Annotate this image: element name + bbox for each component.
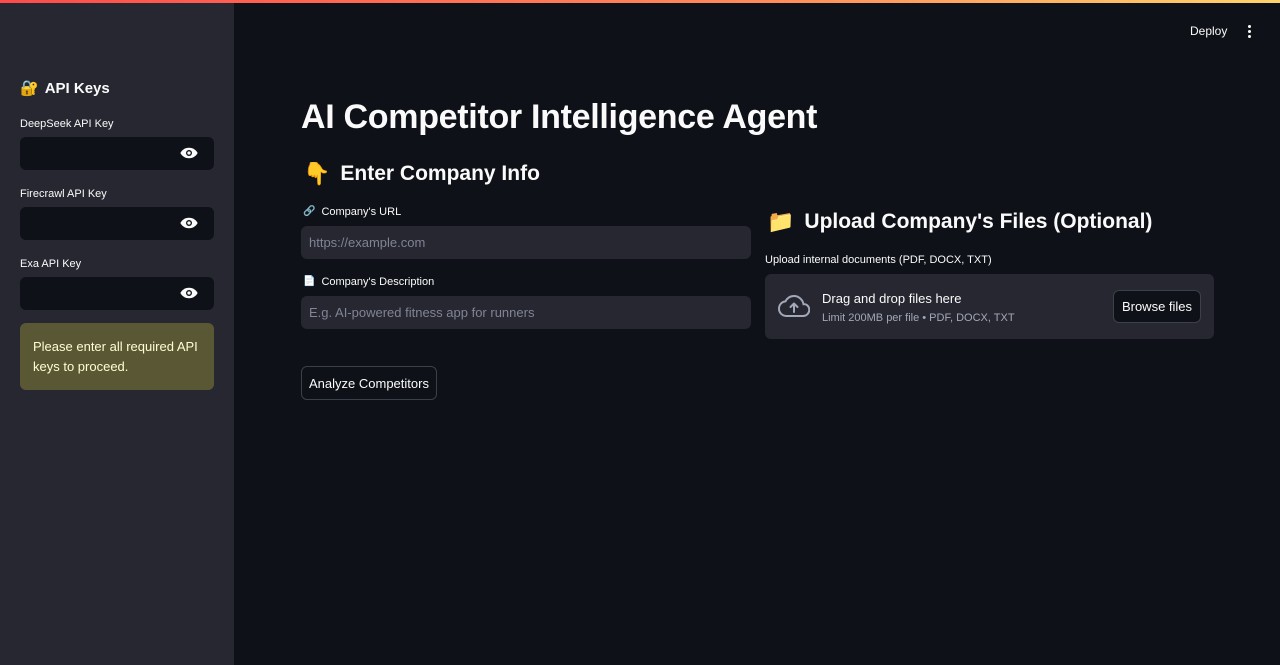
dropzone-title: Drag and drop files here [822, 291, 962, 306]
eye-icon[interactable] [180, 216, 198, 230]
sidebar-title: 🔐 API Keys [20, 80, 110, 97]
exa-key-label: Exa API Key [20, 258, 82, 270]
company-url-label: 🔗 Company's URL [303, 206, 401, 218]
lock-key-icon: 🔐 [20, 80, 39, 97]
company-description-label-text: Company's Description [321, 276, 435, 288]
cloud-upload-icon [778, 294, 810, 317]
company-description-label: 📄 Company's Description [303, 276, 434, 288]
page-title: AI Competitor Intelligence Agent [301, 98, 818, 136]
company-url-input[interactable] [301, 226, 751, 259]
company-info-heading: 👇 Enter Company Info [303, 162, 540, 186]
exa-key-field[interactable] [20, 277, 214, 310]
deepseek-key-label: DeepSeek API Key [20, 118, 114, 130]
link-icon: 🔗 [303, 206, 316, 217]
sidebar-title-text: API Keys [44, 80, 110, 97]
eye-icon[interactable] [180, 286, 198, 300]
top-decoration-bar [0, 0, 1280, 3]
document-icon: 📄 [303, 276, 316, 287]
analyze-competitors-button[interactable]: Analyze Competitors [301, 366, 437, 400]
upload-files-heading-text: Upload Company's Files (Optional) [804, 210, 1153, 233]
firecrawl-key-label: Firecrawl API Key [20, 188, 107, 200]
firecrawl-key-field[interactable] [20, 207, 214, 240]
browse-files-button[interactable]: Browse files [1113, 290, 1201, 323]
file-dropzone[interactable]: Drag and drop files here Limit 200MB per… [765, 274, 1214, 339]
upload-files-heading: 📁 Upload Company's Files (Optional) [767, 210, 1152, 234]
company-info-heading-text: Enter Company Info [340, 162, 540, 185]
kebab-menu-icon[interactable] [1242, 22, 1256, 40]
sidebar: 🔐 API Keys DeepSeek API Key Firecrawl AP… [0, 0, 234, 665]
company-url-field[interactable] [301, 226, 751, 259]
eye-icon[interactable] [180, 146, 198, 160]
deploy-button[interactable]: Deploy [1184, 22, 1233, 40]
upload-documents-label: Upload internal documents (PDF, DOCX, TX… [765, 254, 992, 266]
api-key-warning: Please enter all required API keys to pr… [20, 323, 214, 390]
pointing-down-icon: 👇 [303, 161, 331, 186]
folder-icon: 📁 [767, 209, 795, 234]
company-description-field[interactable] [301, 296, 751, 329]
dropzone-limits: Limit 200MB per file • PDF, DOCX, TXT [822, 312, 1015, 324]
company-description-input[interactable] [301, 296, 751, 329]
company-url-label-text: Company's URL [321, 206, 402, 218]
deepseek-key-field[interactable] [20, 137, 214, 170]
